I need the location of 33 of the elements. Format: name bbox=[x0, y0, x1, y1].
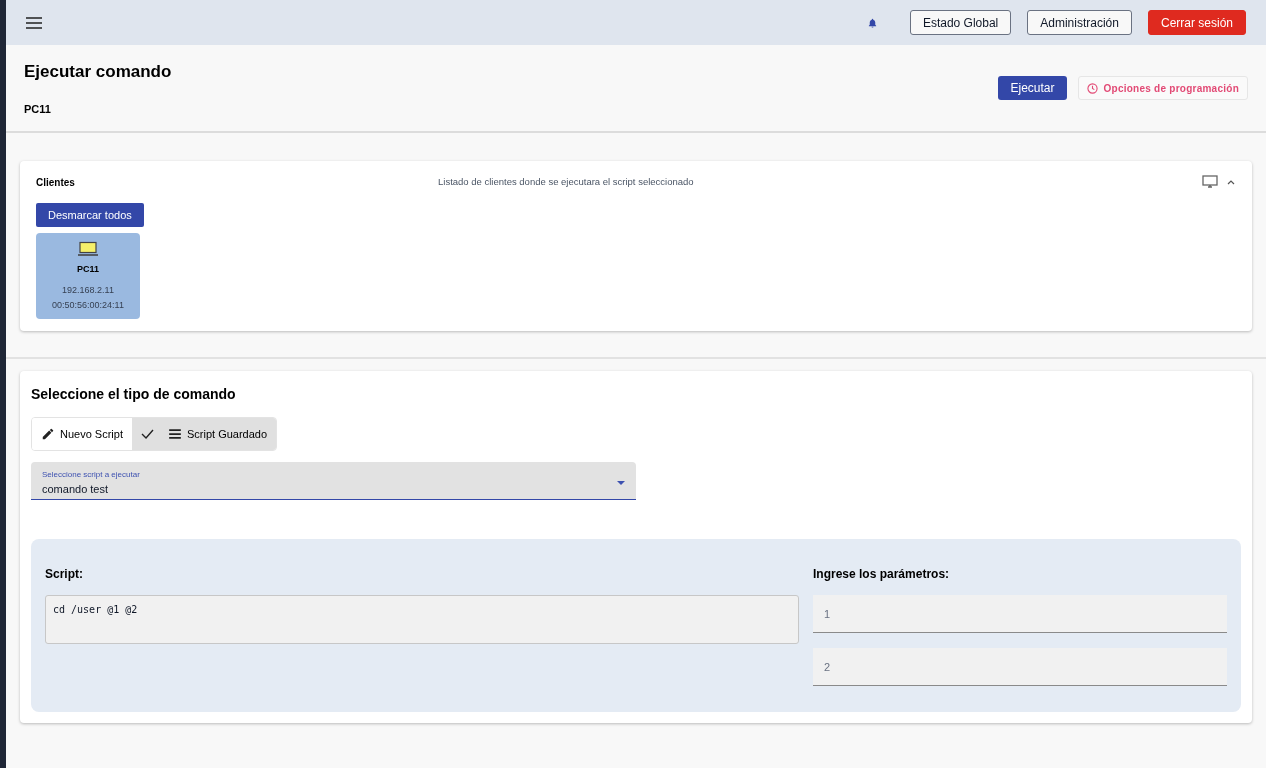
client-card[interactable]: PC11 192.168.2.11 00:50:56:00:24:11 bbox=[36, 233, 140, 320]
execute-button[interactable]: Ejecutar bbox=[998, 76, 1067, 100]
header-button[interactable]: Estado Global bbox=[909, 10, 1012, 35]
clients-description: Listado de clientes donde se ejecutara el script seleccionado bbox=[438, 174, 695, 189]
clients-title: Clientes bbox=[36, 175, 76, 190]
params-label: Ingrese los parámetros: bbox=[813, 566, 951, 584]
check-icon bbox=[141, 429, 154, 440]
dropdown-caret-icon bbox=[617, 481, 625, 486]
page-title: Ejecutar comando bbox=[24, 61, 172, 83]
script-field[interactable]: cd /user @1 @2 bbox=[45, 595, 799, 645]
command-tab[interactable]: Script Guardado bbox=[132, 418, 277, 451]
unmark-all-button[interactable]: Desmarcar todos bbox=[36, 203, 144, 228]
script-label: Script: bbox=[45, 566, 84, 584]
header-button[interactable]: Cerrar sesión bbox=[1147, 10, 1246, 35]
laptop-icon bbox=[77, 241, 99, 258]
param-field[interactable]: 2 bbox=[813, 648, 1227, 687]
monitor-icon bbox=[1202, 175, 1218, 189]
bell-icon[interactable] bbox=[866, 16, 878, 29]
select-value: comando test bbox=[42, 482, 110, 497]
header-button[interactable]: Administración bbox=[1027, 10, 1132, 35]
pencil-icon bbox=[41, 427, 55, 442]
param-field[interactable]: 1 bbox=[813, 595, 1227, 634]
script-select[interactable]: Seleccione script a ejecutar comando test bbox=[31, 462, 636, 501]
clock-icon bbox=[1086, 82, 1098, 94]
command-title: Seleccione el tipo de comando bbox=[31, 385, 237, 405]
schedule-button[interactable]: Opciones de programación bbox=[1077, 76, 1248, 100]
page-subtitle: PC11 bbox=[24, 101, 52, 117]
client-ip: 192.168.2.11 bbox=[62, 283, 114, 297]
select-label: Seleccione script a ejecutar bbox=[42, 469, 141, 481]
client-mac: 00:50:56:00:24:11 bbox=[52, 299, 124, 313]
menu-icon[interactable] bbox=[26, 16, 42, 29]
list-icon bbox=[168, 427, 182, 442]
client-name: PC11 bbox=[77, 263, 99, 277]
